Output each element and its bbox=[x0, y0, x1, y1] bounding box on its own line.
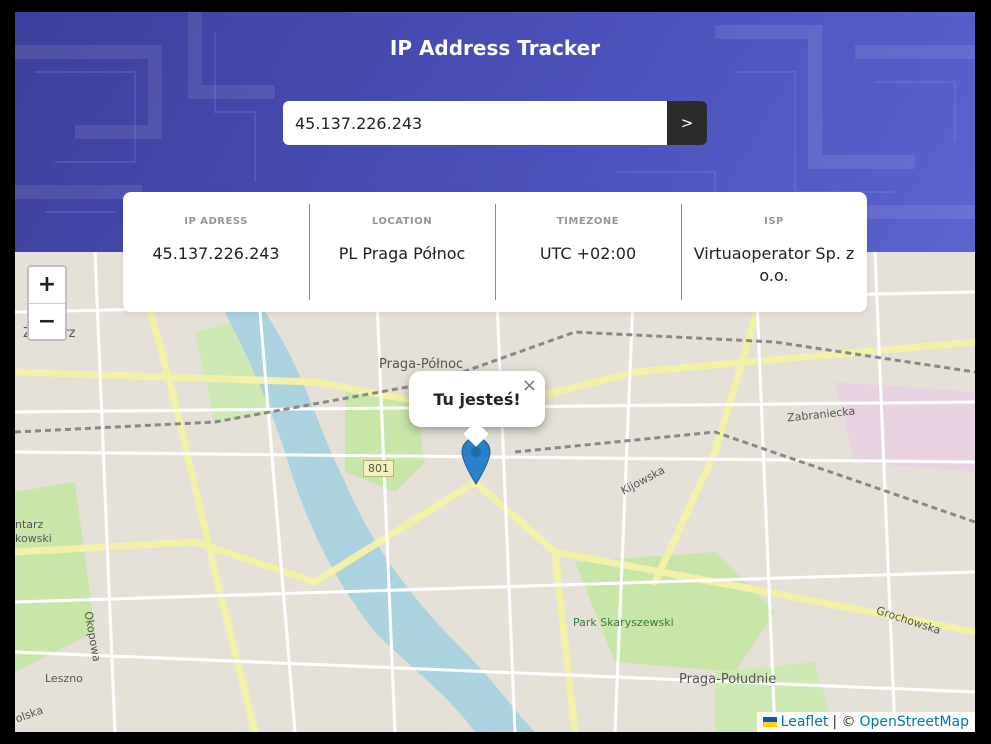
info-value: UTC +02:00 bbox=[539, 244, 637, 263]
ip-search-input[interactable] bbox=[283, 101, 667, 145]
map-attribution: Leaflet | © OpenStreetMap bbox=[756, 712, 975, 732]
openstreetmap-link[interactable]: OpenStreetMap bbox=[860, 712, 969, 732]
ip-tracker-page: IP Address Tracker > IP ADRESS 45.137.22… bbox=[15, 12, 975, 732]
info-isp: ISP Virtuaoperator Sp. z o.o. bbox=[681, 192, 867, 312]
leaflet-link[interactable]: Leaflet bbox=[781, 712, 829, 732]
map-label-route: 801 bbox=[363, 460, 394, 477]
info-label: ISP bbox=[764, 216, 784, 227]
info-value: Virtuaoperator Sp. z o.o. bbox=[693, 244, 855, 285]
map-label-praga-polnoc: Praga-Północ bbox=[379, 357, 464, 372]
info-label: LOCATION bbox=[371, 216, 433, 227]
info-ip-address: IP ADRESS 45.137.226.243 bbox=[123, 192, 309, 312]
zoom-control: + − bbox=[27, 265, 67, 341]
location-popup: Tu jesteś! × bbox=[409, 371, 545, 447]
search-bar: > bbox=[283, 101, 707, 145]
info-card: IP ADRESS 45.137.226.243 LOCATION PL Pra… bbox=[123, 192, 867, 312]
page-title: IP Address Tracker bbox=[389, 36, 601, 60]
map-label-kowski: kowski bbox=[15, 532, 52, 545]
map-label-praga-poludnie: Praga-Południe bbox=[679, 672, 777, 687]
ukraine-flag-icon bbox=[762, 717, 777, 727]
info-label: IP ADRESS bbox=[184, 216, 248, 227]
info-value: PL Praga Północ bbox=[338, 244, 466, 263]
attribution-separator: | © bbox=[832, 714, 856, 730]
search-submit-button[interactable]: > bbox=[667, 101, 707, 145]
info-value: 45.137.226.243 bbox=[152, 244, 280, 263]
info-label: TIMEZONE bbox=[556, 216, 620, 227]
map-label-leszno: Leszno bbox=[45, 672, 83, 685]
map-label-park: Park Skaryszewski bbox=[573, 616, 674, 629]
popup-close-button[interactable]: × bbox=[522, 375, 537, 396]
zoom-out-button[interactable]: − bbox=[29, 303, 65, 339]
map-tiles bbox=[15, 252, 975, 732]
map[interactable]: Żoliborz Praga-Północ 801 Zabraniecka Ki… bbox=[15, 252, 975, 732]
map-label-teatr: ntarz bbox=[15, 518, 44, 531]
zoom-in-button[interactable]: + bbox=[29, 267, 65, 303]
info-location: LOCATION PL Praga Północ bbox=[309, 192, 495, 312]
info-timezone: TIMEZONE UTC +02:00 bbox=[495, 192, 681, 312]
